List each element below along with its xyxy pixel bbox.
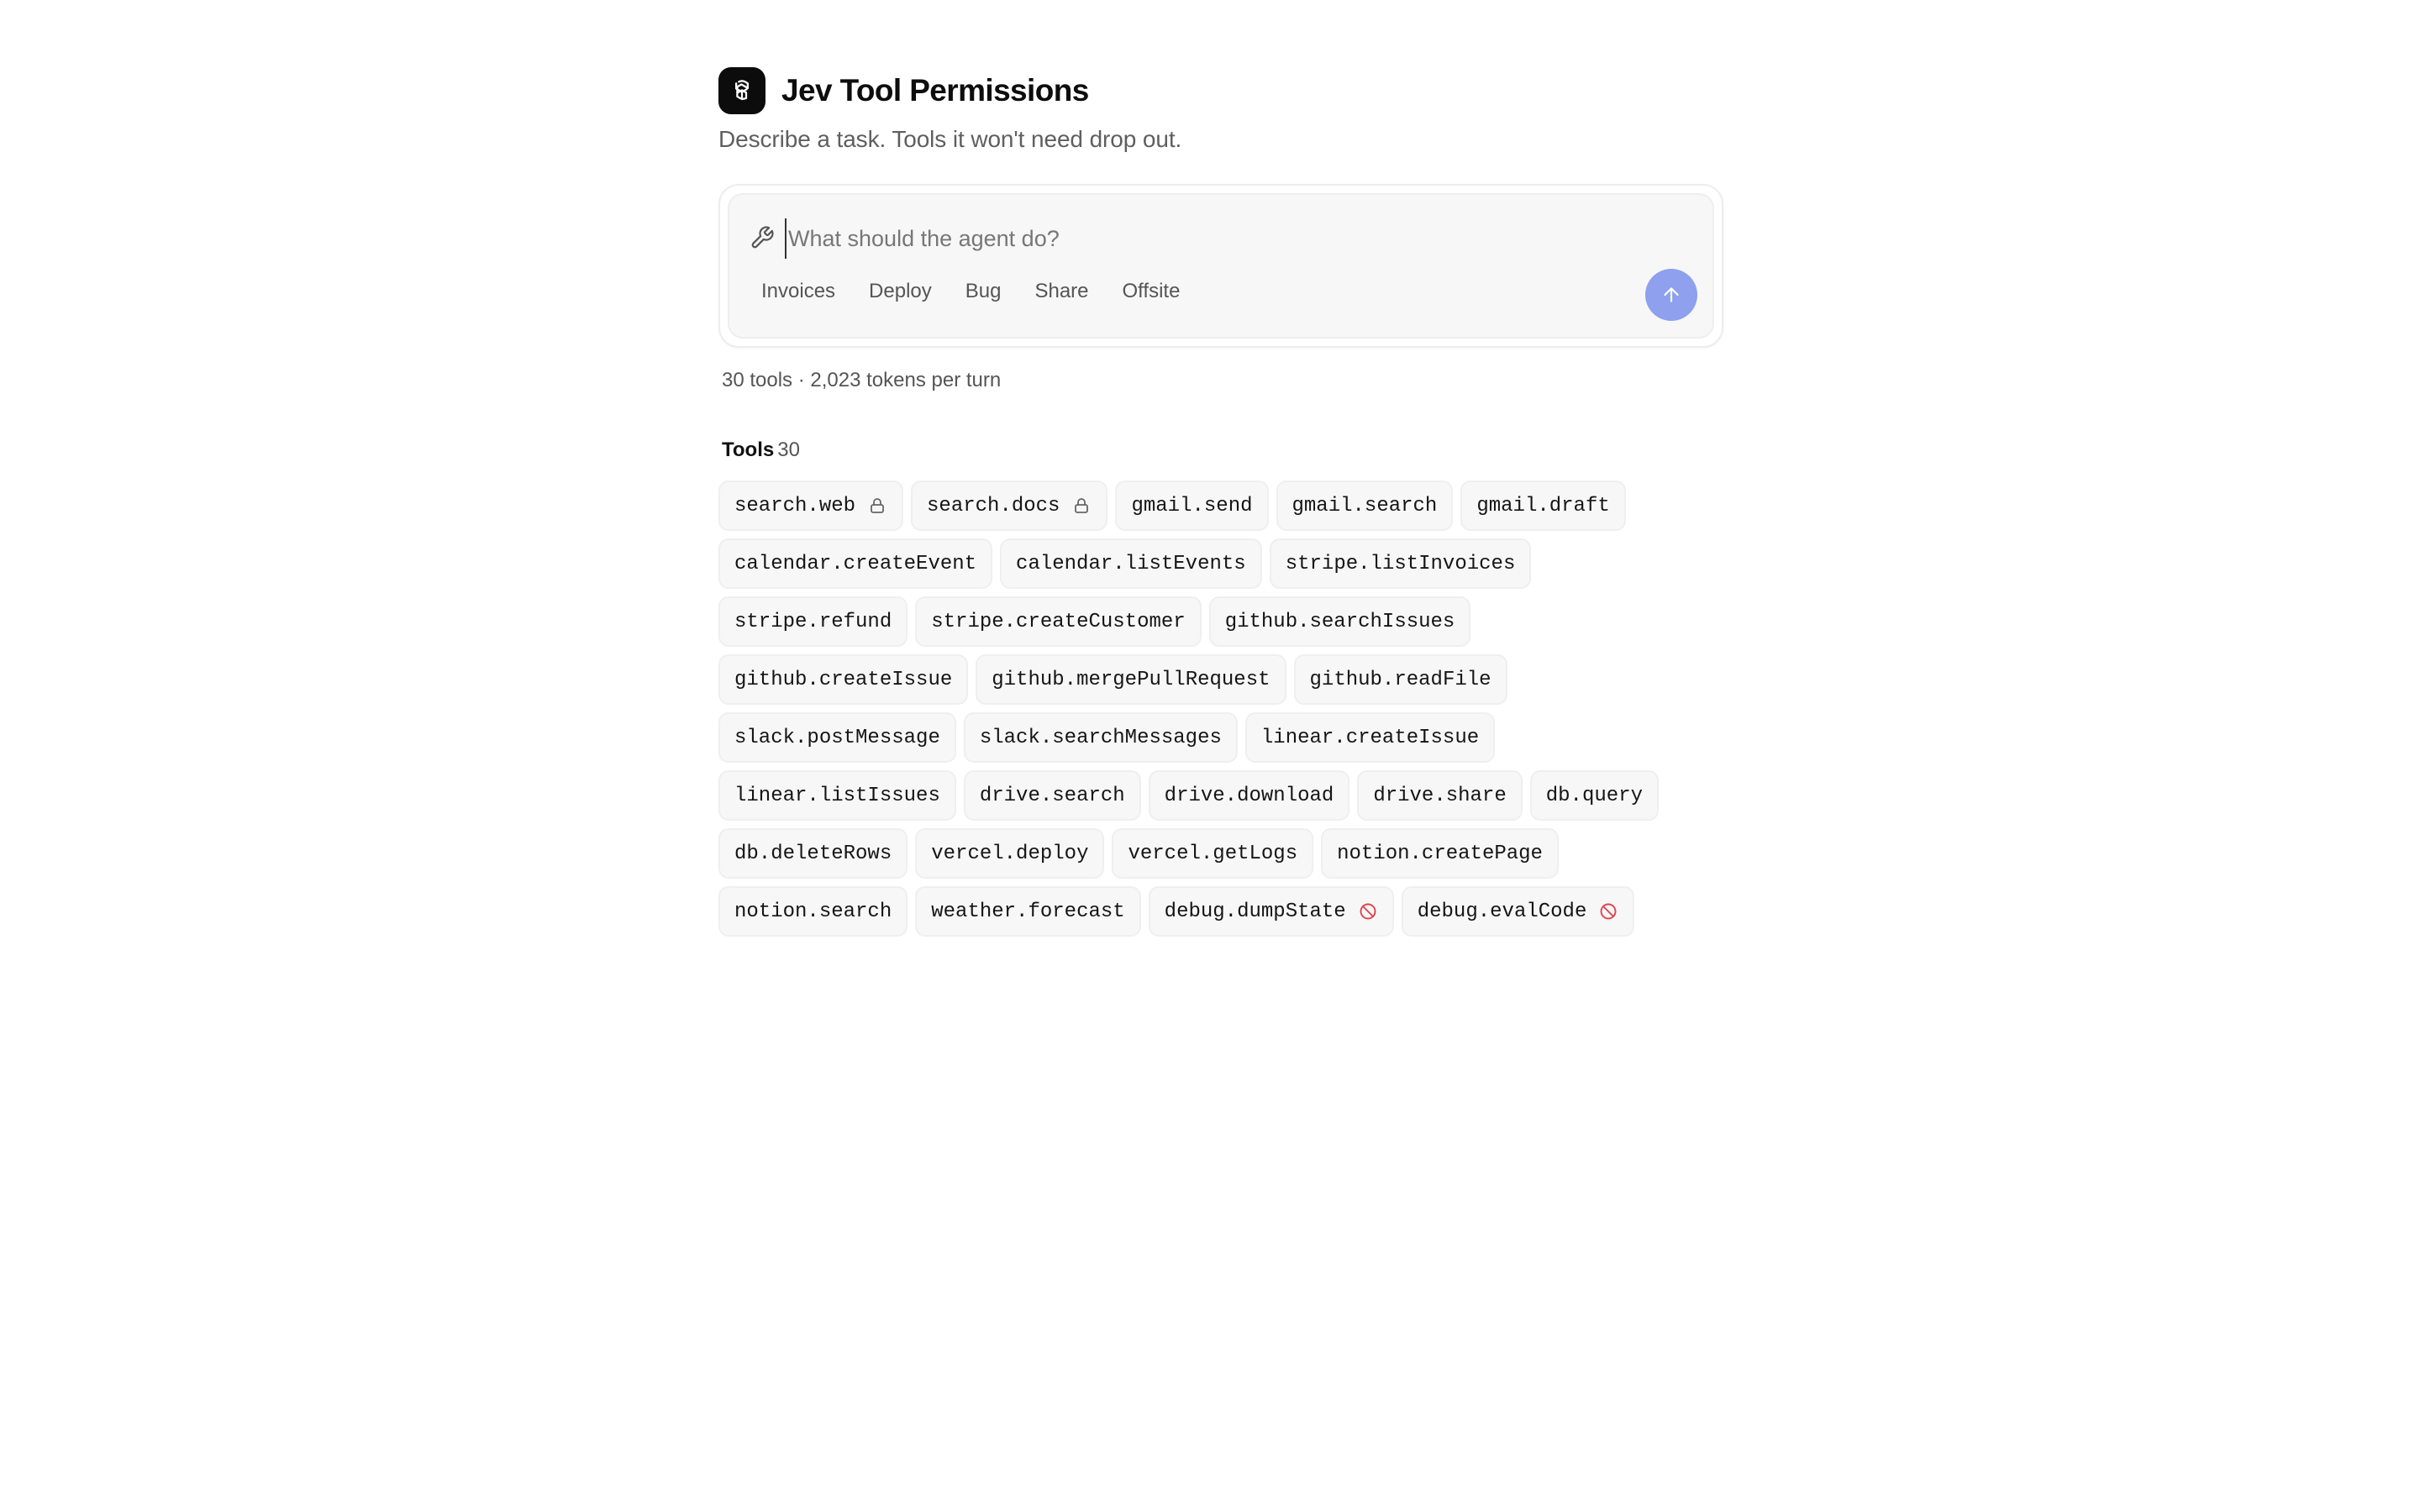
tool-list: search.web search.docs gmail.send gmail.sea… bbox=[718, 480, 1723, 937]
tool-name: debug.evalCode bbox=[1417, 900, 1587, 923]
tool-name: drive.share bbox=[1373, 784, 1507, 807]
tool-name: debug.dumpState bbox=[1164, 900, 1346, 923]
blocked-icon bbox=[1598, 901, 1618, 921]
tool-name: gmail.draft bbox=[1476, 494, 1610, 517]
tool-name: vercel.getLogs bbox=[1128, 842, 1298, 865]
tool-chip[interactable]: stripe.listInvoices bbox=[1269, 538, 1532, 589]
tool-chip[interactable]: notion.search bbox=[718, 886, 908, 937]
tool-name: github.readFile bbox=[1309, 668, 1491, 691]
arrow-up-icon bbox=[1664, 287, 1679, 302]
tool-chip[interactable]: search.docs bbox=[911, 480, 1108, 531]
tool-name: linear.createIssue bbox=[1260, 726, 1480, 749]
page: Jev Tool Permissions Describe a task. To… bbox=[718, 67, 1723, 937]
tool-chip[interactable]: slack.searchMessages bbox=[963, 712, 1238, 763]
task-input[interactable] bbox=[785, 218, 1664, 259]
logo-icon bbox=[735, 80, 749, 101]
tool-chip[interactable]: drive.download bbox=[1148, 770, 1350, 821]
tool-chip[interactable]: db.query bbox=[1529, 770, 1659, 821]
tool-chip[interactable]: linear.createIssue bbox=[1244, 712, 1496, 763]
wrench-icon bbox=[750, 225, 775, 250]
tool-chip[interactable]: github.mergePullRequest bbox=[976, 654, 1286, 705]
tool-name: stripe.refund bbox=[734, 610, 892, 633]
tool-chip[interactable]: calendar.listEvents bbox=[1000, 538, 1262, 589]
tool-chip[interactable]: debug.dumpState bbox=[1148, 886, 1394, 937]
tool-name: stripe.createCustomer bbox=[931, 610, 1186, 633]
tool-name: vercel.deploy bbox=[931, 842, 1089, 865]
tool-name: search.docs bbox=[927, 494, 1060, 517]
tool-chip[interactable]: linear.listIssues bbox=[718, 770, 956, 821]
tool-name: calendar.listEvents bbox=[1016, 552, 1246, 575]
tool-chip[interactable]: gmail.draft bbox=[1460, 480, 1626, 531]
tool-name: gmail.search bbox=[1292, 494, 1438, 517]
suggestion-offsite[interactable]: Offsite bbox=[1107, 272, 1196, 311]
tool-chip[interactable]: calendar.createEvent bbox=[718, 538, 993, 589]
tool-name: db.deleteRows bbox=[734, 842, 892, 865]
tool-name: search.web bbox=[734, 494, 856, 517]
tool-chip[interactable]: github.searchIssues bbox=[1208, 596, 1471, 647]
tool-chip[interactable]: gmail.send bbox=[1115, 480, 1269, 531]
suggestion-bug[interactable]: Bug bbox=[950, 272, 1017, 311]
app-logo bbox=[718, 67, 765, 114]
tool-chip[interactable]: gmail.search bbox=[1276, 480, 1454, 531]
header: Jev Tool Permissions bbox=[718, 67, 1723, 114]
suggestion-chips: Invoices Deploy Bug Share Offsite bbox=[746, 272, 1195, 311]
suggestion-deploy[interactable]: Deploy bbox=[854, 272, 947, 311]
tool-name: calendar.createEvent bbox=[734, 552, 977, 575]
tool-chip[interactable]: drive.search bbox=[963, 770, 1141, 821]
tool-name: slack.postMessage bbox=[734, 726, 940, 749]
tool-name: drive.download bbox=[1164, 784, 1334, 807]
tool-chip[interactable]: stripe.refund bbox=[718, 596, 908, 647]
suggestion-invoices[interactable]: Invoices bbox=[746, 272, 850, 311]
send-button[interactable] bbox=[1645, 269, 1697, 321]
tool-name: notion.search bbox=[734, 900, 892, 923]
composer-body: Invoices Deploy Bug Share Offsite bbox=[728, 193, 1714, 339]
tool-name: github.createIssue bbox=[734, 668, 953, 691]
tools-heading: Tools 30 bbox=[722, 438, 1723, 462]
tool-chip[interactable]: db.deleteRows bbox=[718, 828, 908, 879]
tool-name: weather.forecast bbox=[931, 900, 1125, 923]
tool-name: github.searchIssues bbox=[1224, 610, 1455, 633]
tools-label: Tools bbox=[722, 438, 775, 461]
tool-chip[interactable]: github.readFile bbox=[1293, 654, 1507, 705]
tool-chip[interactable]: slack.postMessage bbox=[718, 712, 956, 763]
page-title: Jev Tool Permissions bbox=[781, 73, 1089, 108]
lock-icon bbox=[867, 496, 887, 516]
suggestion-share[interactable]: Share bbox=[1019, 272, 1103, 311]
blocked-icon bbox=[1358, 901, 1378, 921]
tool-chip[interactable]: github.createIssue bbox=[718, 654, 969, 705]
tool-name: github.mergePullRequest bbox=[992, 668, 1270, 691]
tool-chip[interactable]: search.web bbox=[718, 480, 904, 531]
lock-icon bbox=[1071, 496, 1092, 516]
tool-chip[interactable]: notion.createPage bbox=[1321, 828, 1559, 879]
tool-chip[interactable]: weather.forecast bbox=[915, 886, 1141, 937]
tool-name: drive.search bbox=[979, 784, 1125, 807]
tool-name: slack.searchMessages bbox=[979, 726, 1222, 749]
tool-name: db.query bbox=[1545, 784, 1643, 807]
tool-chip[interactable]: stripe.createCustomer bbox=[915, 596, 1202, 647]
tool-chip[interactable]: vercel.deploy bbox=[915, 828, 1105, 879]
tool-name: gmail.send bbox=[1131, 494, 1253, 517]
tool-name: linear.listIssues bbox=[734, 784, 940, 807]
tool-chip[interactable]: drive.share bbox=[1357, 770, 1523, 821]
page-subtitle: Describe a task. Tools it won't need dro… bbox=[718, 126, 1182, 152]
tool-chip[interactable]: vercel.getLogs bbox=[1112, 828, 1314, 879]
task-composer: Invoices Deploy Bug Share Offsite bbox=[718, 184, 1723, 348]
tools-count: 30 bbox=[777, 438, 800, 461]
tool-name: notion.createPage bbox=[1337, 842, 1543, 865]
tool-name: stripe.listInvoices bbox=[1285, 552, 1516, 575]
tool-chip[interactable]: debug.evalCode bbox=[1401, 886, 1635, 937]
tool-summary: 30 tools · 2,023 tokens per turn bbox=[722, 369, 1002, 391]
